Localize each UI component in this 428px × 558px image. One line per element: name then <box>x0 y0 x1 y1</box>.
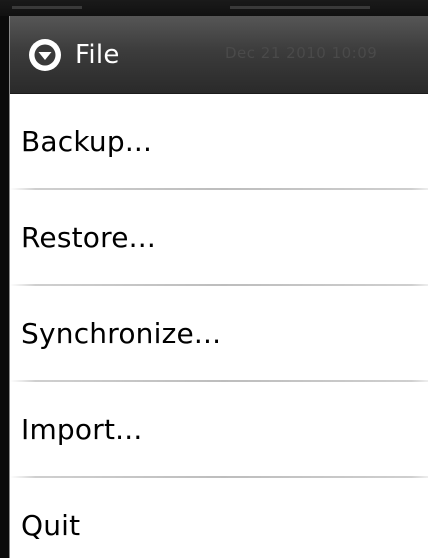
background-timestamp: Dec 21 2010 10:09 <box>225 44 378 62</box>
menu-item-backup[interactable]: Backup... <box>10 94 428 188</box>
menu-item-quit[interactable]: Quit <box>10 478 428 558</box>
chevron-down-circle-icon <box>29 38 61 71</box>
menu-item-label: Import... <box>21 412 143 446</box>
file-menu-list: Backup... Restore... Synchronize... Impo… <box>10 94 428 558</box>
menu-item-synchronize[interactable]: Synchronize... <box>10 286 428 380</box>
menu-item-label: Restore... <box>21 220 156 254</box>
screen: File Dec 21 2010 10:09 Backup... Restore… <box>0 0 428 558</box>
menu-item-label: Synchronize... <box>21 316 222 350</box>
menu-item-restore[interactable]: Restore... <box>10 190 428 284</box>
dialog-title: File <box>75 39 120 70</box>
menu-item-label: Quit <box>21 508 81 542</box>
background-app-strip <box>0 0 428 16</box>
dialog-title-bar: File Dec 21 2010 10:09 <box>10 16 428 94</box>
menu-item-label: Backup... <box>21 124 153 158</box>
menu-item-import[interactable]: Import... <box>10 382 428 476</box>
file-menu-dialog: File Dec 21 2010 10:09 Backup... Restore… <box>9 16 428 558</box>
